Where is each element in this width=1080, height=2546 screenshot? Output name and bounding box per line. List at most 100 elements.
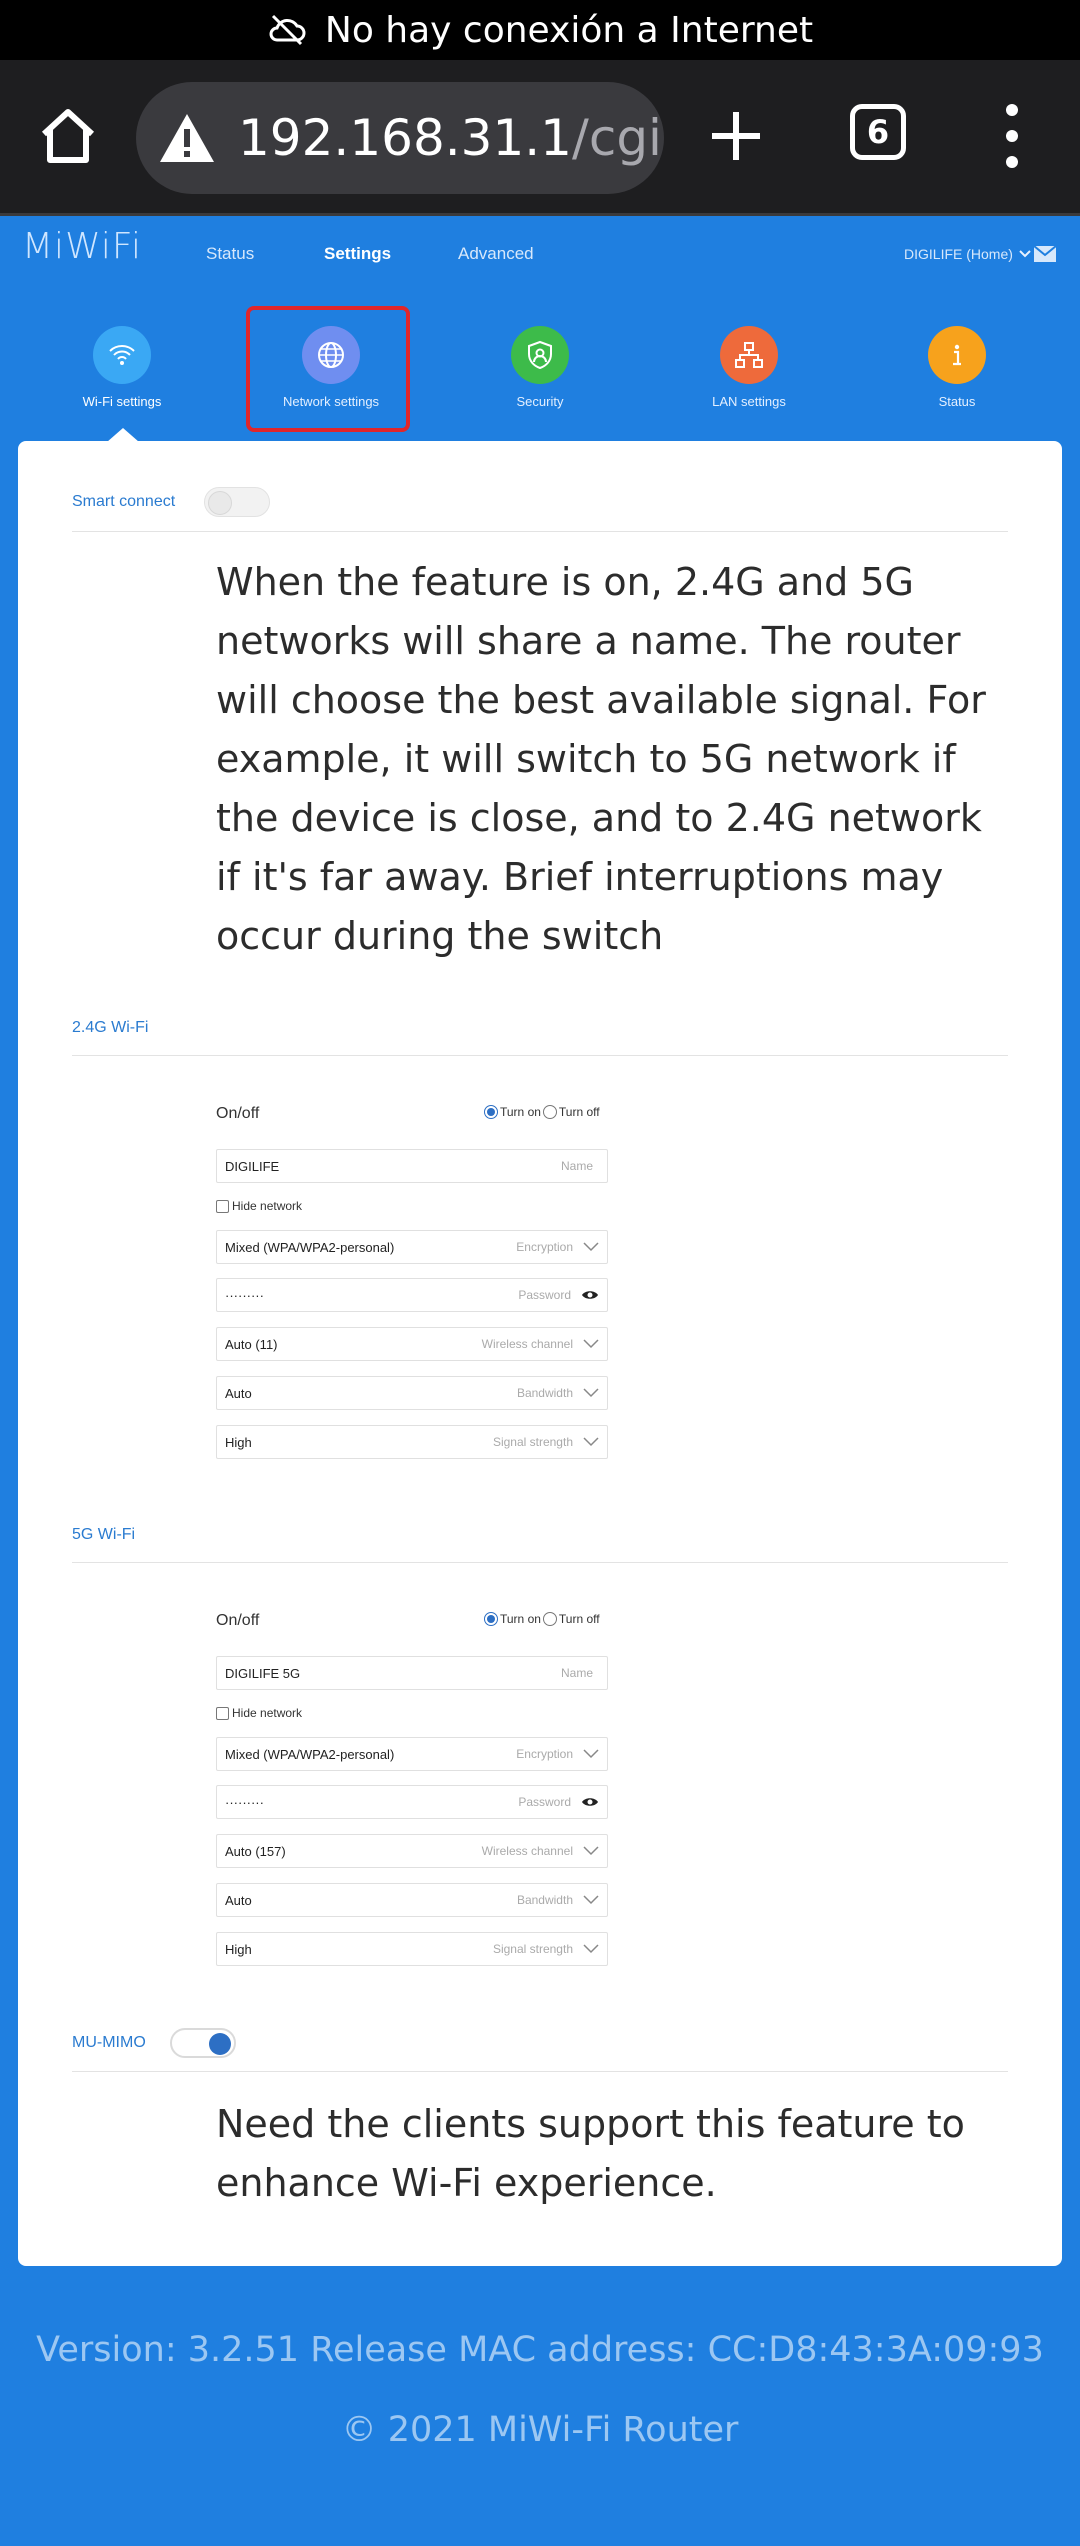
mu-mimo-toggle[interactable]: [170, 2028, 236, 2058]
divider: [72, 531, 1008, 532]
field-value: ·········: [225, 1794, 264, 1810]
wifi-5-bandwidth-select[interactable]: Auto Bandwidth: [216, 1883, 608, 1917]
tab-switcher-button[interactable]: 6: [850, 104, 906, 160]
eye-icon[interactable]: [581, 1796, 599, 1808]
network-tree-icon: [720, 326, 778, 384]
field-value: DIGILIFE: [225, 1158, 280, 1174]
user-menu[interactable]: DIGILIFE (Home): [904, 246, 1031, 262]
warning-icon: [160, 114, 214, 162]
divider: [72, 1055, 1008, 1056]
checkbox-label: Hide network: [232, 1199, 303, 1213]
chevron-down-icon: [583, 1437, 599, 1447]
miwifi-logo: MiWiFi: [22, 226, 142, 267]
checkbox-label: Hide network: [232, 1706, 303, 1720]
category-label: LAN settings: [712, 394, 786, 409]
radio-label: Turn on: [500, 1105, 541, 1119]
wifi-24-name-field[interactable]: DIGILIFE Name: [216, 1149, 608, 1183]
radio-label: Turn off: [558, 1105, 600, 1119]
url-host: 192.168.31.1: [238, 109, 572, 167]
wifi-24-turn-on-radio[interactable]: [484, 1105, 498, 1119]
field-placeholder: Password: [518, 1795, 571, 1809]
wifi-5-password-field[interactable]: ········· Password: [216, 1785, 608, 1819]
field-value: High: [225, 1434, 252, 1450]
field-value: ·········: [225, 1287, 264, 1303]
wifi-5-name-field[interactable]: DIGILIFE 5G Name: [216, 1656, 608, 1690]
shield-icon: [511, 326, 569, 384]
mu-mimo-label: MU-MIMO: [72, 2034, 146, 2051]
field-placeholder: Bandwidth: [516, 1386, 573, 1400]
category-label: Wi-Fi settings: [82, 394, 162, 409]
field-placeholder: Encryption: [516, 1240, 573, 1254]
chevron-down-icon: [583, 1339, 599, 1349]
wifi-5-onoff-label: On/off: [216, 1612, 260, 1629]
wifi-24-onoff-radios: Turn on Turn off: [484, 1105, 600, 1119]
field-value: DIGILIFE 5G: [225, 1665, 301, 1681]
field-value: Auto: [225, 1385, 252, 1401]
nav-settings[interactable]: Settings: [324, 244, 391, 264]
nav-advanced[interactable]: Advanced: [458, 244, 534, 264]
copyright: © 2021 MiWi-Fi Router: [341, 2410, 739, 2450]
hide-network-checkbox[interactable]: [216, 1706, 229, 1720]
field-placeholder: Password: [518, 1288, 571, 1302]
field-value: Mixed (WPA/WPA2-personal): [225, 1746, 395, 1762]
field-placeholder: Wireless channel: [481, 1844, 573, 1858]
divider: [72, 1562, 1008, 1563]
wifi-24-channel-select[interactable]: Auto (11) Wireless channel: [216, 1327, 608, 1361]
wifi-5-turn-off-radio[interactable]: [542, 1612, 557, 1626]
divider: [72, 2071, 1008, 2072]
address-bar[interactable]: 192.168.31.1/cgi-bin: [136, 82, 664, 194]
wifi-24-signal-select[interactable]: High Signal strength: [216, 1425, 608, 1459]
system-status-bar: No hay conexión a Internet: [0, 0, 1080, 60]
wifi-5-signal-select[interactable]: High Signal strength: [216, 1932, 608, 1966]
field-value: Auto (11): [225, 1336, 278, 1352]
wifi-24-turn-off-radio[interactable]: [542, 1105, 557, 1119]
nav-status[interactable]: Status: [206, 244, 254, 264]
chevron-down-icon: [583, 1749, 599, 1759]
mu-mimo-description: Need the clients support this feature to…: [216, 2102, 965, 2205]
category-label: Status: [938, 394, 976, 409]
category-security[interactable]: Security: [480, 326, 600, 409]
wifi-5-channel-select[interactable]: Auto (157) Wireless channel: [216, 1834, 608, 1868]
chevron-down-icon: [583, 1944, 599, 1954]
field-placeholder: Signal strength: [492, 1942, 573, 1956]
wifi-24-hide-network[interactable]: Hide network: [216, 1199, 302, 1213]
mail-icon[interactable]: [1034, 246, 1056, 262]
wifi-icon: [93, 326, 151, 384]
chevron-down-icon: [583, 1242, 599, 1252]
radio-label: Turn on: [500, 1612, 541, 1626]
active-tab-pointer: [107, 428, 139, 442]
field-value: Mixed (WPA/WPA2-personal): [225, 1239, 395, 1255]
eye-icon[interactable]: [581, 1289, 599, 1301]
wifi-24-password-field[interactable]: ········· Password: [216, 1278, 608, 1312]
field-placeholder: Name: [560, 1666, 593, 1680]
wifi-24-bandwidth-select[interactable]: Auto Bandwidth: [216, 1376, 608, 1410]
category-lan-settings[interactable]: LAN settings: [689, 326, 809, 409]
chevron-down-icon: [583, 1388, 599, 1398]
selection-highlight: [246, 306, 410, 432]
wifi-5-onoff-radios: Turn on Turn off: [484, 1612, 600, 1626]
version-info: Version: 3.2.51 Release MAC address: CC:…: [36, 2330, 1044, 2370]
category-status[interactable]: Status: [897, 326, 1017, 409]
overflow-menu-icon[interactable]: [1000, 100, 1024, 172]
category-label: Security: [516, 394, 564, 409]
new-tab-icon[interactable]: [706, 106, 766, 166]
wifi-24-onoff-label: On/off: [216, 1105, 260, 1122]
smart-connect-label: Smart connect: [72, 493, 176, 510]
connection-message: No hay conexión a Internet: [324, 9, 814, 51]
wifi-24-encryption-select[interactable]: Mixed (WPA/WPA2-personal) Encryption: [216, 1230, 608, 1264]
category-wifi-settings[interactable]: Wi-Fi settings: [62, 326, 182, 409]
wifi-5-turn-on-radio[interactable]: [484, 1612, 498, 1626]
cloud-off-icon: [269, 14, 306, 46]
chevron-down-icon: [1019, 250, 1031, 258]
field-placeholder: Wireless channel: [481, 1337, 573, 1351]
field-placeholder: Signal strength: [492, 1435, 573, 1449]
wifi-24-title: 2.4G Wi-Fi: [72, 1019, 149, 1036]
chevron-down-icon: [583, 1846, 599, 1856]
hide-network-checkbox[interactable]: [216, 1199, 229, 1213]
info-icon: [928, 326, 986, 384]
smart-connect-toggle[interactable]: [204, 487, 270, 517]
wifi-5-hide-network[interactable]: Hide network: [216, 1706, 302, 1720]
field-value: High: [225, 1941, 252, 1957]
home-icon[interactable]: [36, 104, 100, 168]
wifi-5-encryption-select[interactable]: Mixed (WPA/WPA2-personal) Encryption: [216, 1737, 608, 1771]
